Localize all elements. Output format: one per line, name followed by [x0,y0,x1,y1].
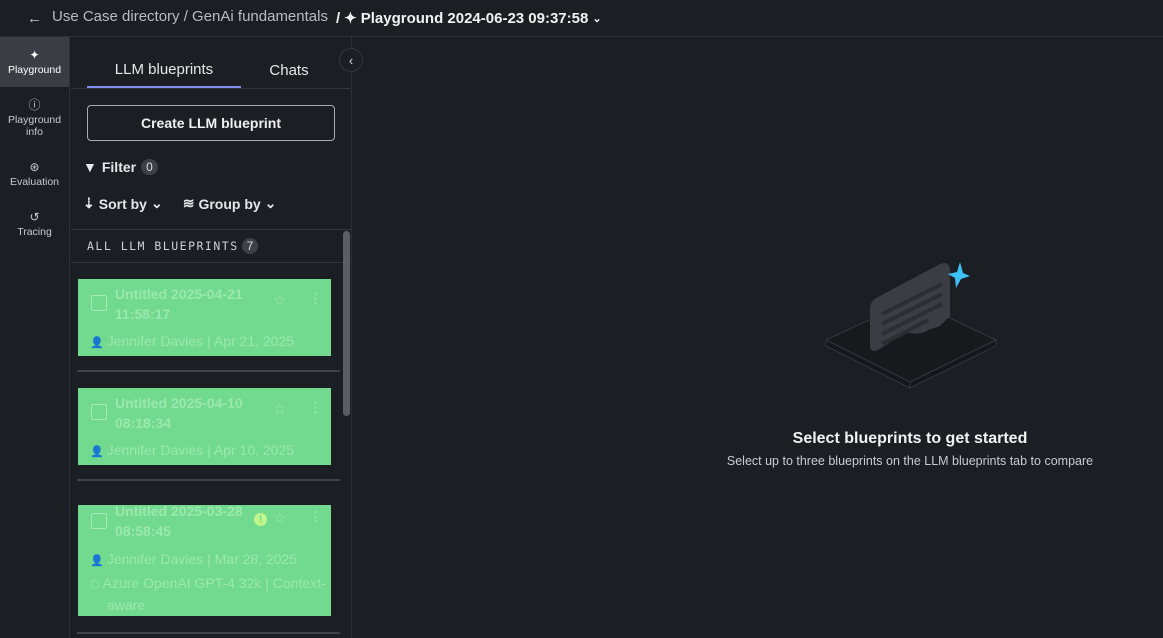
layers-icon: ≋ [182,195,195,211]
top-bar: ← Use Case directory / GenAi fundamental… [0,0,1163,37]
user-icon: 👤 [90,337,104,349]
breadcrumb[interactable]: Use Case directory / GenAi fundamentals [52,8,328,25]
rail-item-playground-info[interactable]: ⓘ Playground info [0,87,69,149]
more-options-icon[interactable]: ⋮ [309,400,322,416]
empty-state: Select blueprints to get started Select … [660,430,1160,468]
filter-button[interactable]: ▼ Filter 0 [83,159,158,175]
left-rail: ✦ Playground ⓘ Playground info ⊛ Evaluation… [0,37,70,638]
filter-count-badge: 0 [141,159,158,175]
star-icon[interactable]: ☆ [273,291,286,309]
more-options-icon[interactable]: ⋮ [309,291,322,307]
scrollbar[interactable] [343,231,350,416]
chevron-left-icon: ‹ [348,52,354,68]
collapse-panel-button[interactable]: ‹ [339,48,363,72]
star-icon[interactable]: ☆ [273,400,286,418]
list-header: ALL LLM BLUEPRINTS 7 [71,229,351,263]
chevron-down-icon: ⌄ [264,195,277,211]
group-by-dropdown[interactable]: ≋ Group by ⌄ [183,195,277,212]
chevron-down-icon: ⌄ [150,195,163,211]
divider [77,370,340,372]
rail-item-playground[interactable]: ✦ Playground [0,37,69,87]
blueprint-card[interactable]: Untitled 2025-03-28 08:58:45 ! ☆ ⋮ 👤 Jenn… [78,505,331,616]
tab-chats[interactable]: Chats [241,37,337,88]
create-llm-blueprint-button[interactable]: Create LLM blueprint [87,105,335,141]
user-icon: 👤 [90,555,104,567]
rail-item-evaluation[interactable]: ⊛ Evaluation [0,149,69,199]
checkbox[interactable] [91,513,107,529]
sort-by-dropdown[interactable]: ⇣ Sort by ⌄ [83,195,163,212]
playground-title[interactable]: / ✦ Playground 2024-06-23 09:37:58 ⌄ [336,9,602,28]
cube-icon: ⬡ [90,579,100,591]
empty-state-subtitle: Select up to three blueprints on the LLM… [726,454,1094,468]
rail-item-tracing[interactable]: ↺ Tracing [0,199,69,249]
history-icon: ↺ [29,209,40,224]
filter-icon: ▼ [83,159,97,175]
divider [77,632,340,634]
sparkle-icon: ✦ [344,10,357,27]
tab-llm-blueprints[interactable]: LLM blueprints [87,37,241,88]
blueprint-card[interactable]: Untitled 2025-04-10 08:18:34 ☆ ⋮ 👤 Jennif… [78,388,331,465]
more-options-icon[interactable]: ⋮ [309,509,322,525]
checkbox[interactable] [91,295,107,311]
sparkle-icon: ✦ [29,47,40,62]
star-icon[interactable]: ☆ [273,509,286,527]
blueprints-panel: LLM blueprints Chats ‹ Create LLM bluepr… [71,37,363,638]
blueprint-card[interactable]: Untitled 2025-04-21 11:58:17 ☆ ⋮ 👤 Jennif… [78,279,331,356]
count-badge: 7 [241,238,259,254]
checkbox[interactable] [91,404,107,420]
back-arrow-icon[interactable]: ← [27,10,42,27]
user-icon: 👤 [90,446,104,458]
warning-icon: ! [254,513,267,526]
info-icon: ⓘ [28,97,41,112]
chevron-down-icon: ⌄ [592,12,602,25]
evaluation-icon: ⊛ [29,159,40,174]
empty-state-illustration [824,262,998,389]
sort-icon: ⇣ [83,195,95,211]
divider [77,479,340,481]
empty-state-title: Select blueprints to get started [792,430,1028,447]
